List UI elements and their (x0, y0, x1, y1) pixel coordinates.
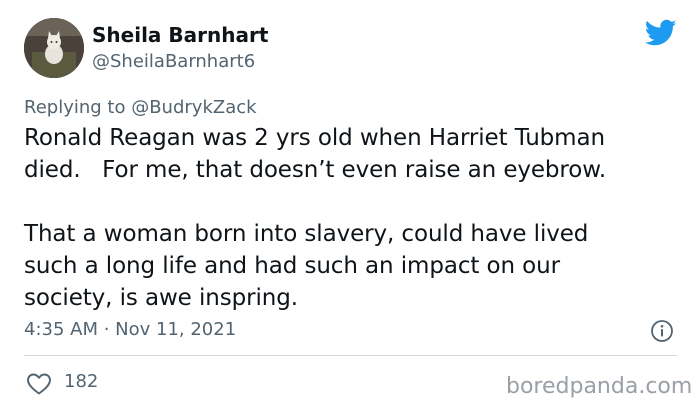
tweet-timestamp[interactable]: 4:35 AM · Nov 11, 2021 (24, 318, 236, 342)
reply-target-handle[interactable]: @BudrykZack (131, 97, 256, 118)
author-display-name[interactable]: Sheila Barnhart (92, 22, 268, 48)
info-icon[interactable] (650, 319, 674, 343)
twitter-bird-icon[interactable] (645, 19, 677, 47)
author-handle[interactable]: @SheilaBarnhart6 (92, 50, 255, 74)
avatar-image (24, 18, 84, 78)
heart-icon[interactable] (26, 372, 52, 396)
replying-to-prefix: Replying to (24, 97, 132, 118)
avatar[interactable] (24, 18, 84, 78)
watermark: boredpanda.com (506, 374, 693, 399)
tweet-text: Ronald Reagan was 2 yrs old when Harriet… (24, 125, 607, 311)
replying-to-line: Replying to @BudrykZack (24, 96, 257, 120)
like-count: 182 (64, 371, 99, 392)
divider (24, 355, 677, 356)
